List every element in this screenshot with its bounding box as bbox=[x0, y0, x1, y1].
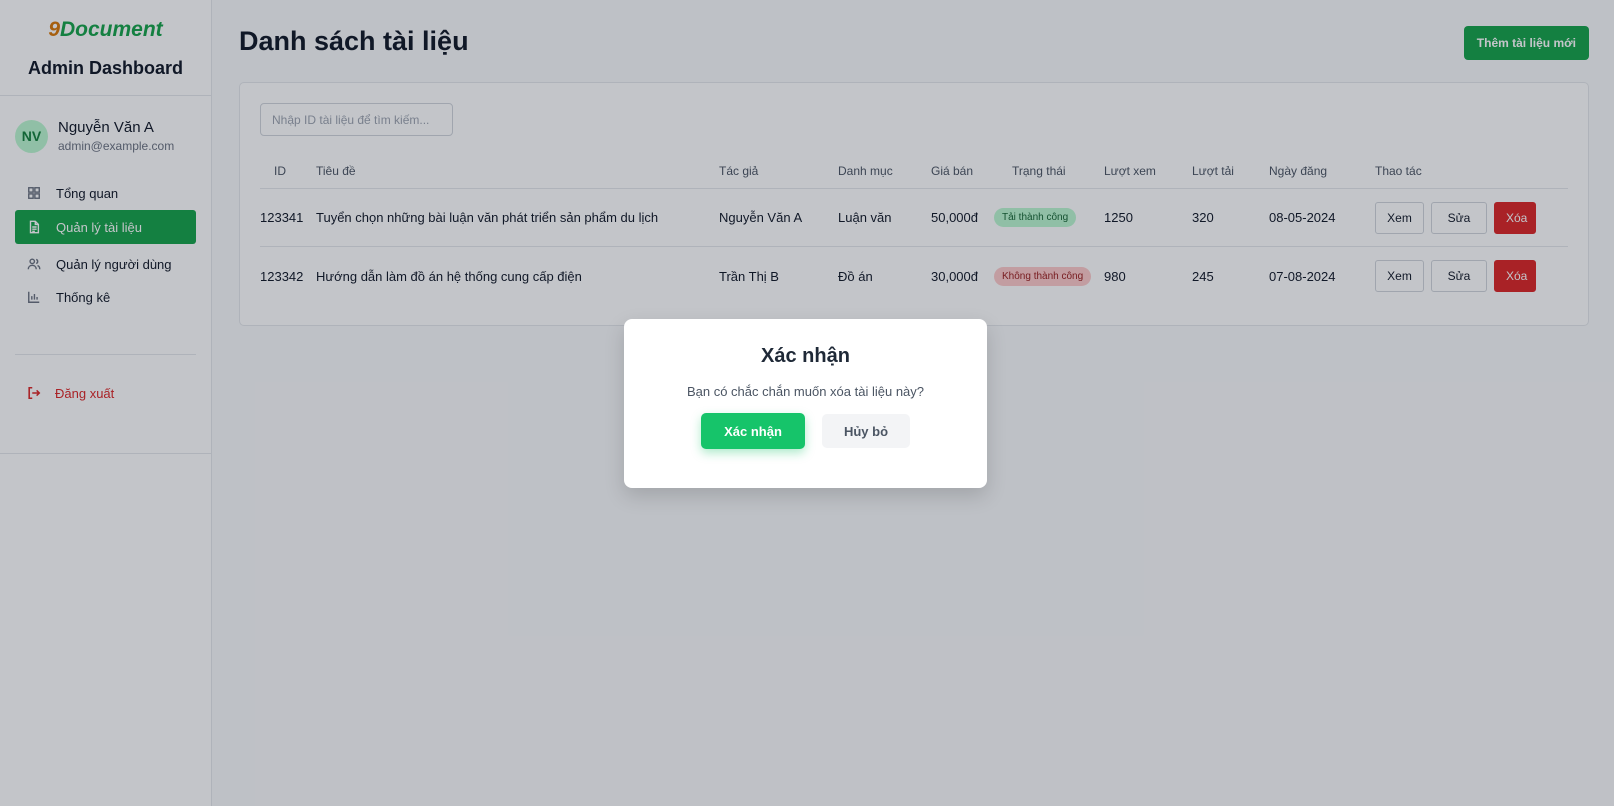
confirm-button[interactable]: Xác nhận bbox=[701, 413, 805, 449]
dialog-message: Bạn có chắc chắn muốn xóa tài liệu này? bbox=[686, 384, 925, 399]
dialog-title: Xác nhận bbox=[761, 345, 850, 367]
cancel-button[interactable]: Hủy bỏ bbox=[822, 414, 910, 448]
confirm-delete-dialog: Xác nhận Bạn có chắc chắn muốn xóa tài l… bbox=[624, 319, 987, 488]
dialog-actions: Xác nhận Hủy bỏ bbox=[624, 413, 987, 449]
